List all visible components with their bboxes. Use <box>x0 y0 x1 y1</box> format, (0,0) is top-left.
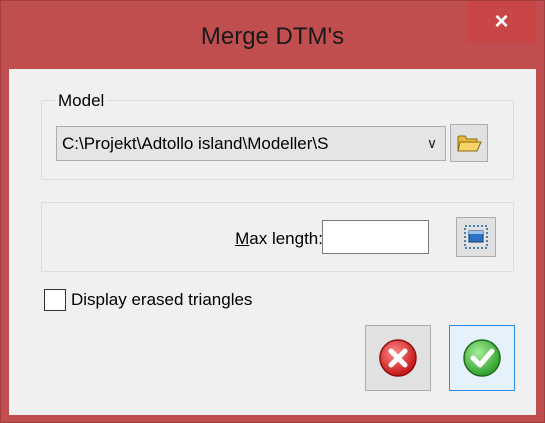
model-selected-value: C:\Projekt\Adtollo island\Modeller\S <box>62 133 329 153</box>
close-button[interactable]: × <box>467 1 536 43</box>
ok-check-icon <box>463 339 501 377</box>
title-bar[interactable]: Merge DTM's × <box>1 1 544 69</box>
folder-icon <box>457 135 482 152</box>
pick-length-button[interactable] <box>456 217 496 257</box>
cancel-icon <box>379 339 417 377</box>
ok-button[interactable] <box>449 325 515 391</box>
display-erased-row[interactable]: Display erased triangles <box>44 287 252 313</box>
merge-dtm-dialog: Merge DTM's × Model C:\Projekt\Adtollo i… <box>0 0 545 423</box>
browse-folder-button[interactable] <box>450 124 488 162</box>
model-group-label: Model <box>56 91 107 111</box>
close-icon: × <box>494 8 509 35</box>
cancel-button[interactable] <box>365 325 431 391</box>
display-erased-label[interactable]: Display erased triangles <box>71 290 252 310</box>
select-rectangle-icon <box>464 225 488 249</box>
dialog-body: Model C:\Projekt\Adtollo island\Modeller… <box>9 69 536 415</box>
max-length-input[interactable] <box>322 220 429 254</box>
max-length-label: Max length: <box>235 229 323 248</box>
window-title: Merge DTM's <box>200 23 345 50</box>
display-erased-checkbox[interactable] <box>44 289 66 311</box>
chevron-down-icon[interactable]: ∨ <box>419 127 445 160</box>
model-dropdown[interactable]: C:\Projekt\Adtollo island\Modeller\S ∨ <box>56 126 446 161</box>
